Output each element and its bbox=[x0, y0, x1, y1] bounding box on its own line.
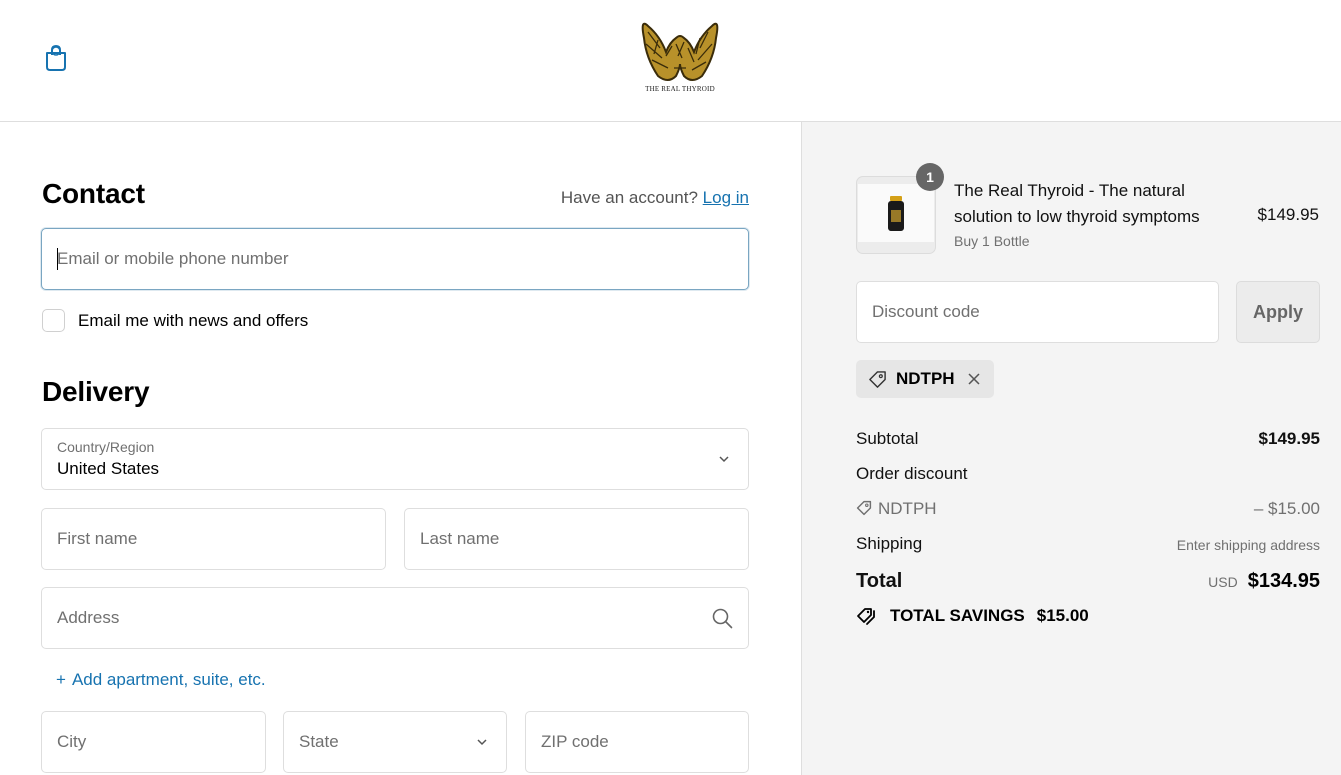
country-select[interactable]: Country/Region United States bbox=[41, 428, 749, 490]
delivery-heading: Delivery bbox=[42, 376, 150, 407]
savings-tag-icon bbox=[857, 608, 875, 625]
address-input[interactable]: Address bbox=[41, 587, 749, 649]
account-prompt: Have an account? Log in bbox=[561, 188, 749, 208]
email-placeholder: Email or mobile phone number bbox=[57, 249, 289, 268]
last-name-input[interactable]: Last name bbox=[404, 508, 749, 570]
brand-logo[interactable]: THE REAL THYROID bbox=[638, 18, 722, 96]
zip-input[interactable]: ZIP code bbox=[525, 711, 749, 773]
discount-code-input[interactable]: Discount code bbox=[856, 281, 1219, 343]
last-name-placeholder: Last name bbox=[420, 529, 500, 548]
shipping-row: Shipping Enter shipping address bbox=[856, 534, 1320, 554]
country-label: Country/Region bbox=[57, 439, 155, 455]
add-apartment-label: Add apartment, suite, etc. bbox=[71, 670, 266, 689]
bottle-icon bbox=[888, 196, 904, 231]
tag-icon bbox=[869, 371, 886, 388]
city-input[interactable]: City bbox=[41, 711, 266, 773]
contact-heading: Contact bbox=[42, 178, 145, 209]
state-select[interactable]: State bbox=[283, 711, 507, 773]
currency-code: USD bbox=[1208, 574, 1238, 590]
newsletter-checkbox[interactable] bbox=[42, 309, 65, 332]
logo-text: THE REAL THYROID bbox=[645, 85, 715, 93]
applied-code: NDTPH bbox=[896, 369, 955, 388]
savings-label: TOTAL SAVINGS bbox=[890, 606, 1025, 625]
product-variant: Buy 1 Bottle bbox=[954, 233, 1030, 249]
newsletter-label[interactable]: Email me with news and offers bbox=[78, 311, 308, 331]
thyroid-logo-icon bbox=[641, 22, 719, 81]
state-placeholder: State bbox=[299, 732, 339, 751]
search-icon bbox=[712, 608, 733, 629]
chevron-down-icon bbox=[477, 739, 487, 746]
order-discount-row: Order discount bbox=[856, 464, 1320, 484]
shipping-value: Enter shipping address bbox=[1176, 537, 1320, 553]
total-row: Total USD $134.95 bbox=[856, 570, 1320, 593]
zip-placeholder: ZIP code bbox=[541, 732, 609, 751]
address-placeholder: Address bbox=[57, 608, 120, 627]
total-value: $134.95 bbox=[1247, 570, 1320, 592]
product-image bbox=[858, 184, 934, 242]
checkout-form: Contact Have an account? Log in Email or… bbox=[0, 122, 801, 775]
discount-placeholder: Discount code bbox=[872, 302, 980, 321]
first-name-input[interactable]: First name bbox=[41, 508, 386, 570]
plus-icon: + bbox=[56, 670, 66, 689]
discount-code-row: NDTPH – $15.00 bbox=[856, 499, 1320, 519]
order-summary: 1 The Real Thyroid - The natural solutio… bbox=[801, 122, 1341, 775]
checkout-header: THE REAL THYROID bbox=[0, 0, 1341, 122]
city-placeholder: City bbox=[57, 732, 87, 751]
country-value: United States bbox=[57, 459, 160, 478]
quantity-badge: 1 bbox=[916, 163, 944, 191]
product-thumbnail: 1 bbox=[856, 163, 944, 254]
chevron-down-icon bbox=[719, 456, 729, 463]
tag-icon bbox=[856, 500, 872, 516]
subtotal-label: Subtotal bbox=[856, 429, 919, 448]
account-prompt-text: Have an account? bbox=[560, 188, 698, 207]
total-savings: TOTAL SAVINGS $15.00 bbox=[856, 606, 1089, 626]
first-name-placeholder: First name bbox=[57, 529, 138, 548]
discount-code-line: NDTPH bbox=[878, 499, 937, 518]
add-apartment-link[interactable]: + Add apartment, suite, etc. bbox=[56, 670, 266, 690]
apply-discount-button[interactable]: Apply bbox=[1236, 281, 1320, 343]
shopping-bag-icon[interactable] bbox=[44, 44, 68, 72]
product-name: The Real Thyroid - The natural solution … bbox=[954, 181, 1200, 226]
subtotal-value: $149.95 bbox=[1258, 429, 1320, 448]
applied-discount-chip: NDTPH bbox=[856, 360, 994, 398]
savings-value: $15.00 bbox=[1036, 606, 1089, 625]
remove-discount-icon[interactable] bbox=[966, 371, 982, 387]
subtotal-row: Subtotal $149.95 bbox=[856, 429, 1320, 449]
email-input[interactable]: Email or mobile phone number bbox=[41, 228, 749, 290]
login-link[interactable]: Log in bbox=[703, 188, 749, 207]
order-discount-label: Order discount bbox=[856, 464, 968, 483]
shipping-label: Shipping bbox=[856, 534, 923, 553]
discount-value: – $15.00 bbox=[1253, 499, 1320, 518]
total-label: Total bbox=[856, 570, 903, 592]
product-price: $149.95 bbox=[1257, 205, 1319, 224]
